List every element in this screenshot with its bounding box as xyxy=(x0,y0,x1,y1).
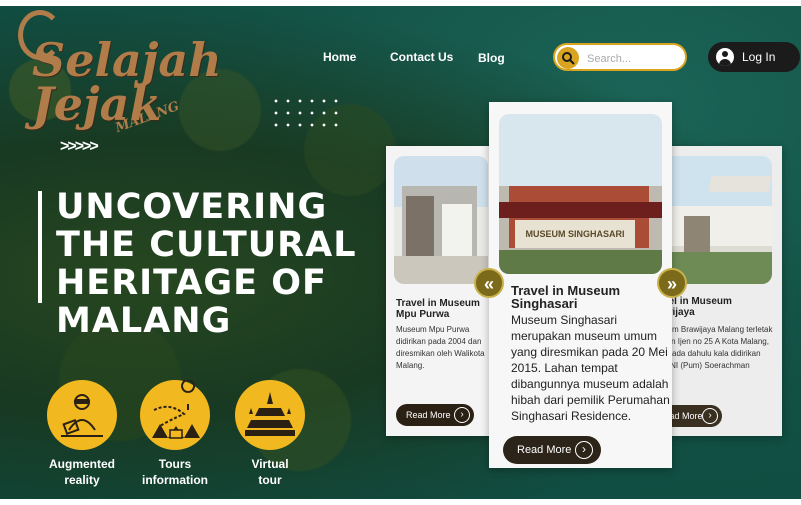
logo-arrows: >>>>> xyxy=(60,138,99,155)
read-more-button[interactable]: Read More › xyxy=(503,436,601,464)
card-title: Travel in Museum Mpu Purwa xyxy=(396,298,480,320)
headline-line: HERITAGE OF xyxy=(56,263,327,303)
card-description: Museum Mpu Purwa didirikan pada 2004 dan… xyxy=(396,325,485,370)
feature-label: Augmented reality xyxy=(49,457,115,487)
feature-tours-information[interactable]: Tours information xyxy=(130,380,220,488)
temple-icon xyxy=(235,380,305,450)
nav-blog[interactable]: Blog xyxy=(478,51,505,65)
top-border xyxy=(0,0,801,6)
nav-contact-us[interactable]: Contact Us xyxy=(390,50,453,64)
feature-label: Virtual tour xyxy=(251,457,289,487)
card-description: Museum Singhasari merupakan museum umum … xyxy=(511,313,670,423)
carousel-next-button[interactable]: » xyxy=(657,268,687,298)
hero-headline: UNCOVERING THE CULTURAL HERITAGE OF MALA… xyxy=(56,188,386,340)
headline-accent-bar xyxy=(38,191,42,303)
logo-wordmark: Selajah Jejak xyxy=(32,33,222,127)
feature-virtual-tour[interactable]: Virtual tour xyxy=(225,380,315,488)
logo-line-1: Selajah xyxy=(32,33,222,87)
map-route-icon xyxy=(140,380,210,450)
read-more-button[interactable]: Read More › xyxy=(396,404,474,426)
search-icon xyxy=(562,52,575,65)
user-icon xyxy=(716,48,734,66)
headline-line: UNCOVERING xyxy=(56,187,328,227)
museum-photo xyxy=(660,156,772,284)
card-title: Travel in Museum Singhasari xyxy=(511,283,621,311)
headline-line: THE CULTURAL xyxy=(56,225,357,265)
nav-home[interactable]: Home xyxy=(323,50,356,64)
carousel-prev-button[interactable]: « xyxy=(474,268,504,298)
chevron-right-icon: › xyxy=(454,407,470,423)
feature-augmented-reality[interactable]: Augmented reality xyxy=(37,380,127,488)
hero-background: Selajah Jejak MALANG >>>>> Home Contact … xyxy=(0,0,801,505)
search-button[interactable] xyxy=(557,47,579,69)
feature-label: Tours information xyxy=(142,457,208,487)
augmented-reality-icon xyxy=(47,380,117,450)
headline-line: MALANG xyxy=(56,301,232,341)
search-input[interactable] xyxy=(585,49,683,69)
dot-grid-decoration xyxy=(270,95,340,135)
login-label: Log In xyxy=(742,50,776,64)
brand-logo[interactable]: Selajah Jejak MALANG >>>>> xyxy=(14,10,222,155)
chevron-right-icon: › xyxy=(575,441,593,459)
search-bar xyxy=(553,43,687,71)
museum-card-singhasari[interactable]: MUSEUM SINGHASARI Travel in Museum Singh… xyxy=(489,102,672,468)
chevron-right-icon: › xyxy=(702,408,718,424)
museum-photo: MUSEUM SINGHASARI xyxy=(499,114,662,274)
museum-photo xyxy=(394,156,488,284)
bottom-border xyxy=(0,499,801,505)
museum-sign: MUSEUM SINGHASARI xyxy=(515,220,635,248)
login-button[interactable]: Log In xyxy=(708,42,800,72)
read-more-label: Read More xyxy=(517,444,572,456)
read-more-label: Read More xyxy=(406,410,451,420)
